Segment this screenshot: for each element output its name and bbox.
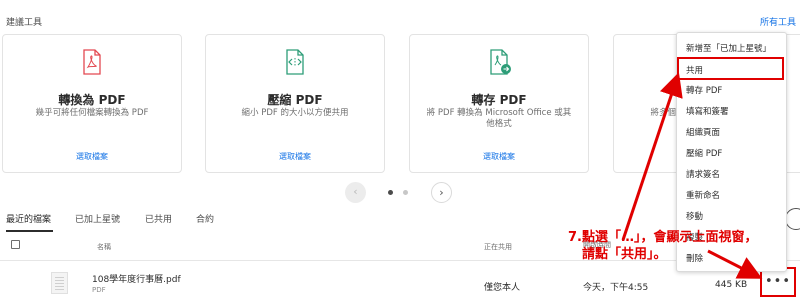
tab-recent[interactable]: 最近的檔案 (6, 212, 51, 225)
menu-item-move[interactable]: 移動 (686, 210, 703, 222)
card-title: 壓縮 PDF (267, 93, 323, 107)
column-header-name[interactable]: 名稱 (97, 242, 111, 252)
file-name[interactable]: 108學年度行事曆.pdf (92, 272, 181, 285)
card-description: 縮小 PDF 的大小以方便共用 (241, 108, 349, 118)
all-tools-link[interactable]: 所有工具 (760, 15, 796, 28)
select-file-link[interactable]: 選取檔案 (206, 151, 384, 162)
menu-item-rename[interactable]: 重新命名 (686, 189, 720, 201)
more-options-button[interactable]: ••• (762, 274, 794, 289)
add-circle-button[interactable] (785, 208, 800, 230)
compress-icon (284, 49, 306, 75)
file-shared-status: 僅您本人 (484, 283, 521, 293)
share-highlight-box (677, 57, 784, 80)
menu-item-organize[interactable]: 組織頁面 (686, 126, 720, 138)
menu-item-compress[interactable]: 壓縮 PDF (686, 147, 722, 159)
carousel-next-button[interactable]: › (431, 182, 452, 203)
file-size: 445 KB (715, 280, 748, 290)
select-all-checkbox[interactable] (11, 240, 20, 249)
tool-card-convert[interactable]: 轉換為 PDF 幾乎可將任何檔案轉換為 PDF 選取檔案 (2, 34, 182, 173)
menu-item-add-star[interactable]: 新增至「已加上星號」 (686, 42, 771, 54)
export-icon (488, 49, 511, 75)
section-title: 建議工具 (6, 18, 43, 28)
file-opened-date: 今天，下午4:55 (583, 283, 649, 293)
file-thumbnail[interactable] (51, 272, 68, 294)
carousel-dot-active[interactable] (388, 190, 393, 195)
tool-card-compress[interactable]: 壓縮 PDF 縮小 PDF 的大小以方便共用 選取檔案 (205, 34, 385, 173)
instruction-annotation: 7.點選「…」，會顯示上面視窗， 請點「共用」。 (568, 229, 798, 263)
combine-icon (633, 49, 655, 75)
tab-starred[interactable]: 已加上星號 (75, 212, 120, 225)
carousel-dot[interactable] (403, 190, 408, 195)
annotation-line-2: 請點「共用」。 (582, 247, 667, 262)
tool-card-export[interactable]: 轉存 PDF 將 PDF 轉換為 Microsoft Office 或其他格式 … (409, 34, 589, 173)
card-description: 將 PDF 轉換為 Microsoft Office 或其他格式 (426, 108, 572, 129)
file-type: PDF (92, 286, 106, 294)
card-title: 轉存 PDF (471, 93, 527, 107)
annotation-line-1: 7.點選「…」，會顯示上面視窗， (568, 230, 758, 245)
active-tab-indicator (6, 230, 53, 232)
card-description: 將多個 (650, 108, 676, 118)
card-description: 幾乎可將任何檔案轉換為 PDF (35, 108, 149, 118)
menu-item-export[interactable]: 轉存 PDF (686, 84, 722, 96)
carousel-prev-button[interactable]: ‹ (345, 182, 366, 203)
tab-shared[interactable]: 已共用 (145, 212, 172, 225)
select-file-link[interactable]: 選取檔案 (410, 151, 588, 162)
select-file-link[interactable]: 選取檔案 (3, 151, 181, 162)
pdf-convert-icon (81, 49, 103, 75)
menu-item-request-signature[interactable]: 請求簽名 (686, 168, 720, 180)
card-title: 轉換為 PDF (58, 93, 126, 107)
tab-agreements[interactable]: 合約 (196, 212, 214, 225)
menu-item-fill-sign[interactable]: 填寫和簽署 (686, 105, 729, 117)
column-header-shared[interactable]: 正在共用 (484, 242, 512, 252)
